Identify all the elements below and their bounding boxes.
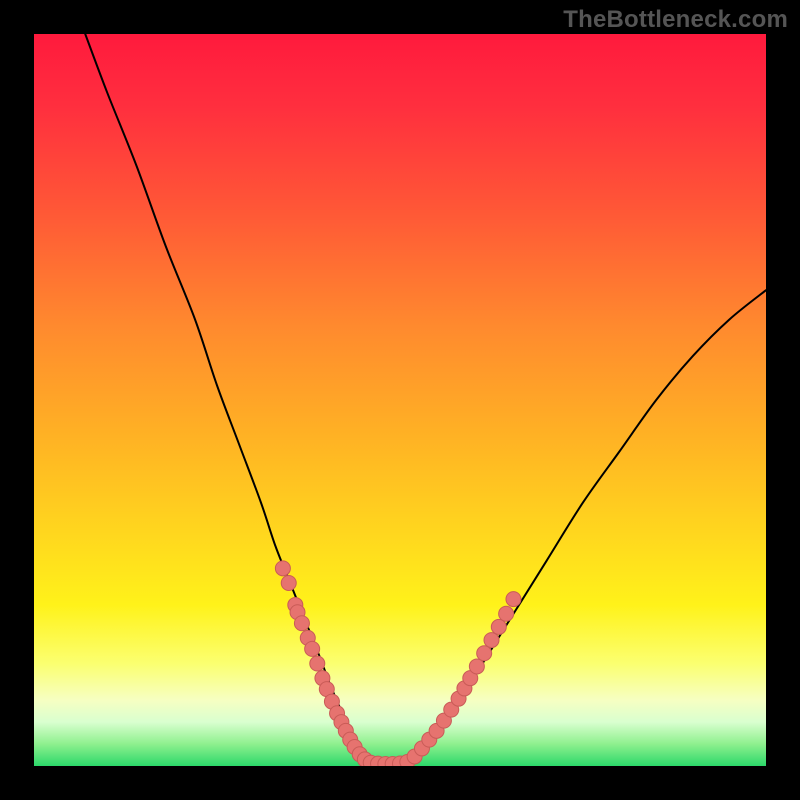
- data-marker: [506, 592, 521, 607]
- chart-frame: TheBottleneck.com: [0, 0, 800, 800]
- bottleneck-curve: [85, 34, 766, 766]
- data-marker: [294, 616, 309, 631]
- data-marker: [305, 641, 320, 656]
- data-marker: [477, 646, 492, 661]
- data-marker: [281, 576, 296, 591]
- watermark-text: TheBottleneck.com: [563, 6, 788, 34]
- data-marker: [484, 633, 499, 648]
- markers-layer: [275, 561, 521, 766]
- data-marker: [275, 561, 290, 576]
- data-marker: [469, 659, 484, 674]
- data-marker: [491, 619, 506, 634]
- plot-area: [34, 34, 766, 766]
- data-marker: [310, 656, 325, 671]
- curve-layer: [85, 34, 766, 766]
- plot-svg: [34, 34, 766, 766]
- data-marker: [499, 606, 514, 621]
